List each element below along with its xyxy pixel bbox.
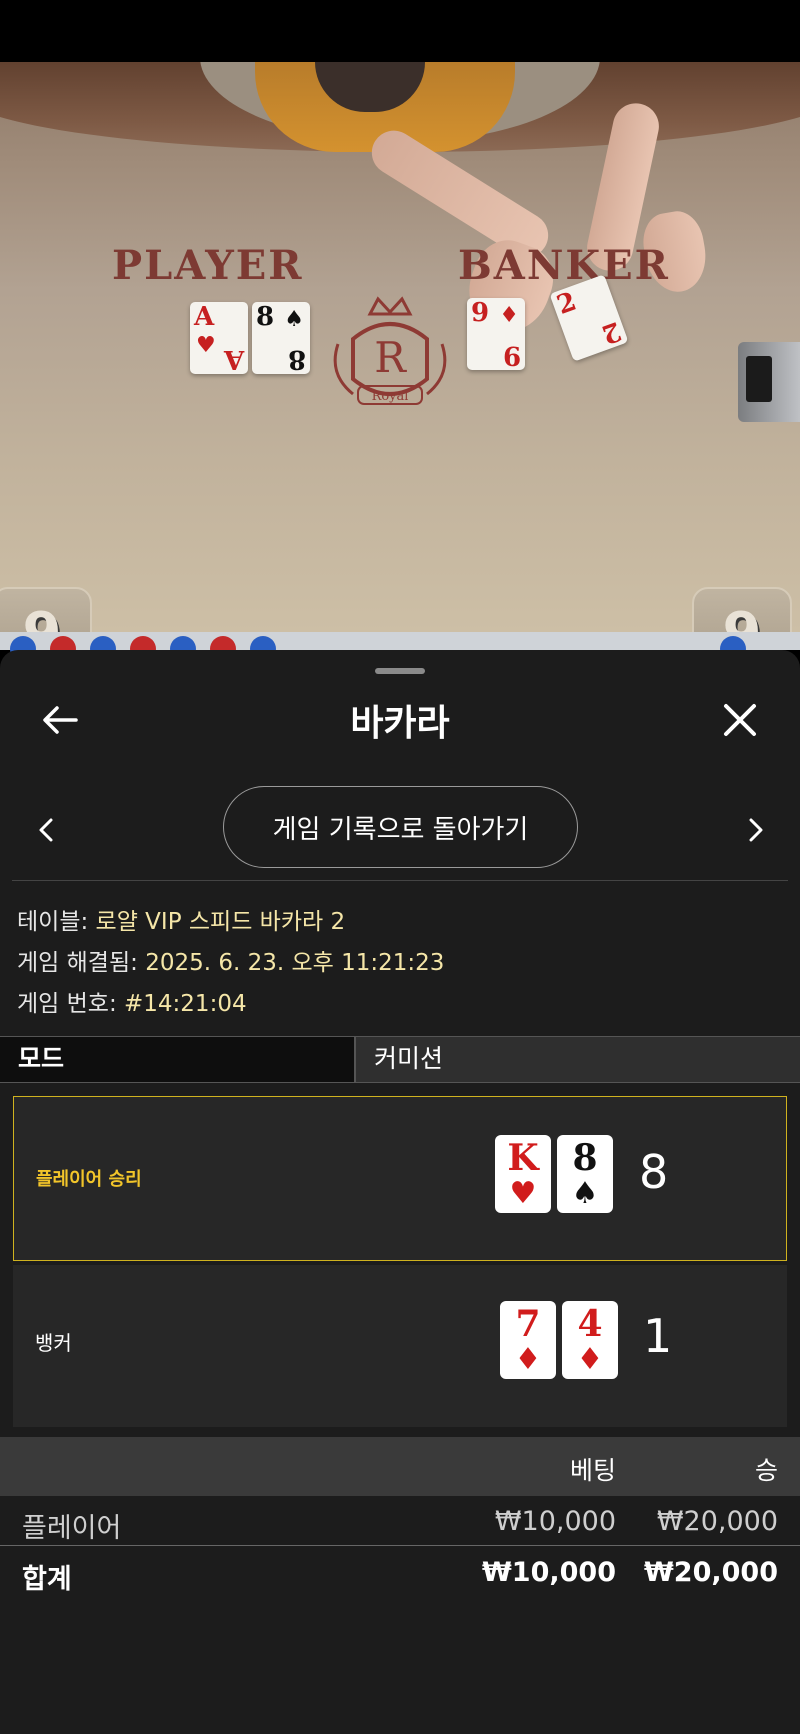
- info-resolved: 게임 해결됨: 2025. 6. 23. 오후 11:21:23: [17, 950, 445, 976]
- table-row: 플레이어 ₩10,000 ₩20,000: [0, 1496, 800, 1546]
- divider: [12, 880, 788, 881]
- banker-total: 1: [643, 1309, 673, 1363]
- logo-letter: R: [374, 333, 407, 382]
- logo-text: Royal: [372, 389, 409, 404]
- royal-logo-icon: R Royal: [333, 296, 447, 405]
- header-bet: 베팅: [569, 1456, 616, 1485]
- close-button[interactable]: [710, 690, 770, 750]
- table-player-card-1: A A ♥: [190, 302, 248, 374]
- banker-card-2: 4 ♦: [562, 1301, 618, 1379]
- player-total: 8: [639, 1145, 669, 1199]
- felt-banker-label: BANKER: [458, 242, 670, 289]
- card-shoe: [738, 342, 800, 422]
- bet-amount: ₩10,000: [494, 1506, 616, 1537]
- game-number: #14:21:04: [124, 991, 247, 1017]
- live-video-feed: PLAYER BANKER R Royal A A ♥ 8 8 ♠ 9 9 ♦ …: [0, 62, 800, 632]
- info-table: 테이블: 로얄 VIP 스피드 바카라 2: [17, 909, 346, 935]
- next-game-button[interactable]: [736, 800, 776, 860]
- tab-mode[interactable]: 모드: [0, 1037, 356, 1082]
- total-bet: ₩10,000: [482, 1557, 616, 1588]
- previous-game-button[interactable]: [26, 800, 66, 860]
- header-win: 승: [754, 1456, 778, 1485]
- player-card-1: K ♥: [495, 1135, 551, 1213]
- player-result-row: 플레이어 승리 K ♥ 8 ♠ 8: [13, 1096, 787, 1261]
- close-icon: [724, 704, 756, 736]
- drag-handle[interactable]: [375, 668, 425, 674]
- table-player-card-2: 8 8 ♠: [252, 302, 310, 374]
- table-name: 로얄 VIP 스피드 바카라 2: [95, 909, 346, 935]
- info-game-number: 게임 번호: #14:21:04: [17, 991, 247, 1017]
- roadmap-strip: [0, 632, 800, 662]
- tab-commission[interactable]: 커미션: [356, 1037, 800, 1082]
- bet-name: 플레이어: [22, 1513, 122, 1544]
- resolved-time: 2025. 6. 23. 오후 11:21:23: [145, 950, 445, 976]
- total-win: ₩20,000: [644, 1557, 778, 1588]
- bets-table-header: 베팅 승: [0, 1437, 800, 1496]
- sheet-title: 바카라: [350, 703, 450, 744]
- mode-tabs: 모드 커미션: [0, 1036, 800, 1083]
- total-label: 합계: [22, 1564, 72, 1595]
- player-card-2: 8 ♠: [557, 1135, 613, 1213]
- player-win-label: 플레이어 승리: [36, 1169, 142, 1190]
- banker-score: 9: [692, 587, 792, 632]
- status-bar: [0, 0, 800, 62]
- chevron-left-icon: [39, 818, 53, 842]
- felt-player-label: PLAYER: [112, 242, 304, 289]
- chevron-right-icon: [749, 818, 763, 842]
- game-detail-sheet: 바카라 게임 기록으로 돌아가기 테이블: 로얄 VIP 스피드 바카라 2 게…: [0, 650, 800, 1734]
- table-banker-card-1: 9 9 ♦: [467, 298, 525, 370]
- banker-result-row: 뱅커 7 ♦ 4 ♦ 1: [13, 1265, 787, 1427]
- table-total-row: 합계 ₩10,000 ₩20,000: [0, 1547, 800, 1597]
- back-to-history-button[interactable]: 게임 기록으로 돌아가기: [223, 786, 578, 868]
- win-amount: ₩20,000: [656, 1506, 778, 1537]
- banker-card-1: 7 ♦: [500, 1301, 556, 1379]
- banker-label: 뱅커: [35, 1331, 72, 1355]
- player-score: 9: [0, 587, 92, 632]
